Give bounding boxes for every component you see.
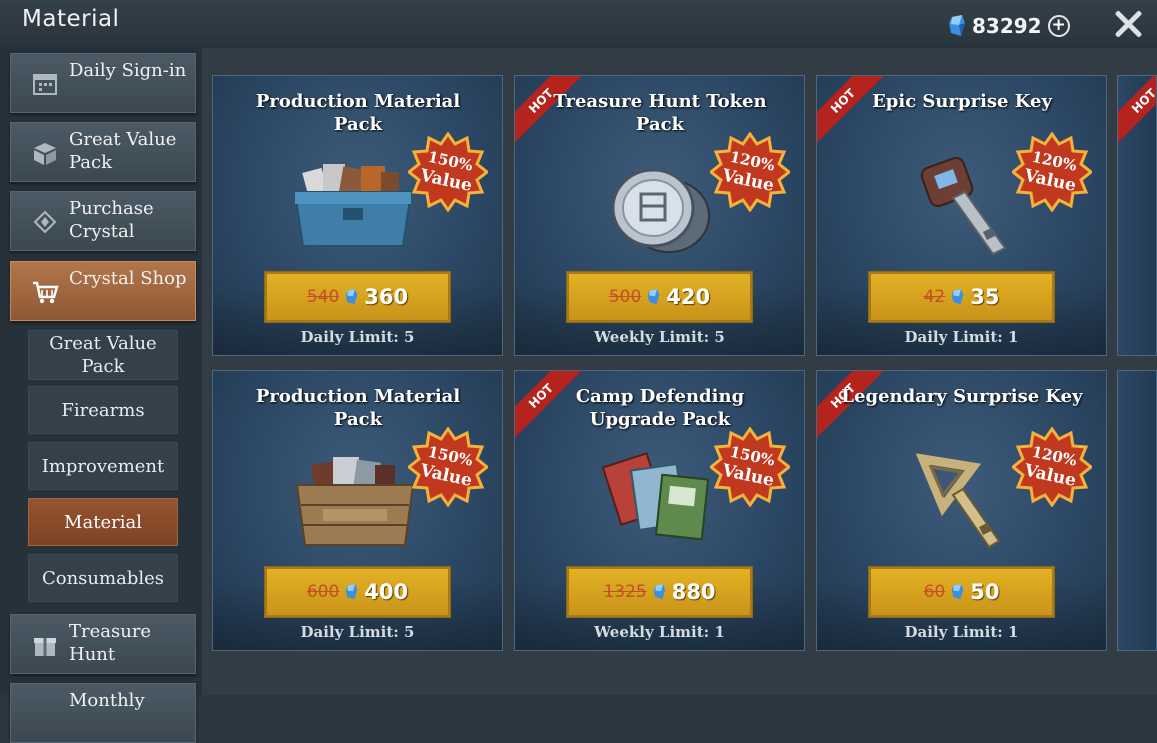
crystal-balance: 83292 + (948, 12, 1070, 40)
price: 360 (364, 285, 409, 309)
purchase-limit: Weekly Limit: 5 (594, 328, 725, 346)
product-card[interactable]: HOT Legendary Surprise Key 120% Value 60… (816, 370, 1107, 651)
sidebar-item-crystal-shop[interactable]: Crystal Shop (10, 261, 196, 321)
subnav-improvement[interactable]: Improvement (28, 442, 178, 490)
product-card-partial[interactable]: HOT (1117, 75, 1157, 356)
old-price: 540 (306, 287, 340, 307)
box-icon (34, 143, 56, 165)
card-title: Camp Defending Upgrade Pack (575, 386, 745, 430)
value-badge: 150% Value (710, 427, 790, 507)
price: 880 (671, 580, 716, 604)
purchase-limit: Weekly Limit: 1 (594, 623, 725, 641)
sidebar-item-purchase-crystal[interactable]: Purchase Crystal (10, 191, 196, 251)
old-price: 42 (923, 287, 946, 307)
price: 35 (970, 285, 1000, 309)
subnav-consumables[interactable]: Consumables (28, 554, 178, 602)
sidebar-item-label: Daily Sign-in (69, 60, 187, 81)
product-card[interactable]: Production Material Pack 150% Value 600 … (212, 370, 503, 651)
card-title: Epic Surprise Key (872, 91, 1052, 112)
crystal-icon (951, 584, 964, 600)
sidebar-item-daily-sign-in[interactable]: Daily Sign-in (10, 53, 196, 113)
top-bar: Material 83292 + (0, 0, 1157, 48)
purchase-limit: Daily Limit: 5 (300, 328, 415, 346)
buy-button[interactable]: 42 35 (868, 271, 1055, 323)
card-title: Production Material Pack (255, 386, 461, 430)
plus-icon[interactable]: + (1047, 15, 1070, 37)
purchase-limit: Daily Limit: 1 (904, 623, 1019, 641)
product-card[interactable]: HOT Epic Surprise Key 120% Value 42 35 D… (816, 75, 1107, 356)
crystal-icon (949, 15, 965, 36)
value-badge: 120% Value (1012, 132, 1092, 212)
hot-ribbon: HOT (1118, 76, 1156, 152)
card-title: Legendary Surprise Key (841, 386, 1083, 407)
product-card[interactable]: HOT Treasure Hunt Token Pack 120% Value … (514, 75, 805, 356)
value-badge: 150% Value (408, 427, 488, 507)
sidebar-item-label: Monthly (69, 690, 145, 711)
crystal-icon (346, 584, 358, 600)
old-price: 1325 (603, 582, 647, 602)
old-price: 500 (608, 287, 642, 307)
crystal-icon (951, 289, 964, 305)
buy-button[interactable]: 500 420 (566, 271, 753, 323)
hot-ribbon: HOT (817, 76, 894, 152)
old-price: 600 (306, 582, 340, 602)
page-title: Material (22, 6, 120, 32)
crystal-icon (346, 289, 358, 305)
price: 420 (666, 285, 711, 309)
crystal-icon (648, 289, 660, 305)
cart-icon (33, 281, 59, 304)
card-title: Production Material Pack (255, 91, 461, 135)
sidebar-item-label: Purchase Crystal (69, 198, 154, 242)
price: 50 (970, 580, 1000, 604)
product-card[interactable]: HOT Camp Defending Upgrade Pack 150% Val… (514, 370, 805, 651)
value-badge: 150% Value (408, 132, 488, 212)
sidebar-item-great-value-pack[interactable]: Great Value Pack (10, 122, 196, 182)
crystal-count: 83292 (972, 14, 1042, 38)
sidebar-item-label: Great Value Pack (69, 129, 177, 173)
sidebar-item-monthly[interactable]: Monthly (10, 683, 196, 743)
subnav-material[interactable]: Material (28, 498, 178, 546)
sidebar-item-treasure-hunt[interactable]: Treasure Hunt (10, 614, 196, 674)
crystal-ticket-icon (33, 210, 57, 234)
purchase-limit: Daily Limit: 1 (904, 328, 1019, 346)
close-icon[interactable] (1112, 8, 1144, 40)
calendar-icon (33, 74, 57, 95)
buy-button[interactable]: 600 400 (264, 566, 451, 618)
value-badge: 120% Value (710, 132, 790, 212)
subnav-great-value-pack[interactable]: Great Value Pack (28, 330, 178, 380)
value-badge: 120% Value (1012, 427, 1092, 507)
product-card-partial[interactable] (1117, 370, 1157, 651)
old-price: 60 (923, 582, 946, 602)
buy-button[interactable]: 1325 880 (566, 566, 753, 618)
sidebar-item-label: Treasure Hunt (69, 621, 152, 665)
card-title: Treasure Hunt Token Pack (553, 91, 767, 135)
buy-button[interactable]: 60 50 (868, 566, 1055, 618)
gift-icon (34, 638, 56, 656)
sidebar: Daily Sign-in Great Value Pack Purchase … (0, 48, 202, 743)
subnav-firearms[interactable]: Firearms (28, 386, 178, 434)
hot-ribbon: HOT (817, 371, 894, 447)
shop-grid: Production Material Pack 150% Value 540 … (202, 48, 1157, 695)
crystal-icon (653, 584, 665, 600)
product-card[interactable]: Production Material Pack 150% Value 540 … (212, 75, 503, 356)
price: 400 (364, 580, 409, 604)
buy-button[interactable]: 540 360 (264, 271, 451, 323)
sidebar-item-label: Crystal Shop (69, 268, 187, 289)
purchase-limit: Daily Limit: 5 (300, 623, 415, 641)
